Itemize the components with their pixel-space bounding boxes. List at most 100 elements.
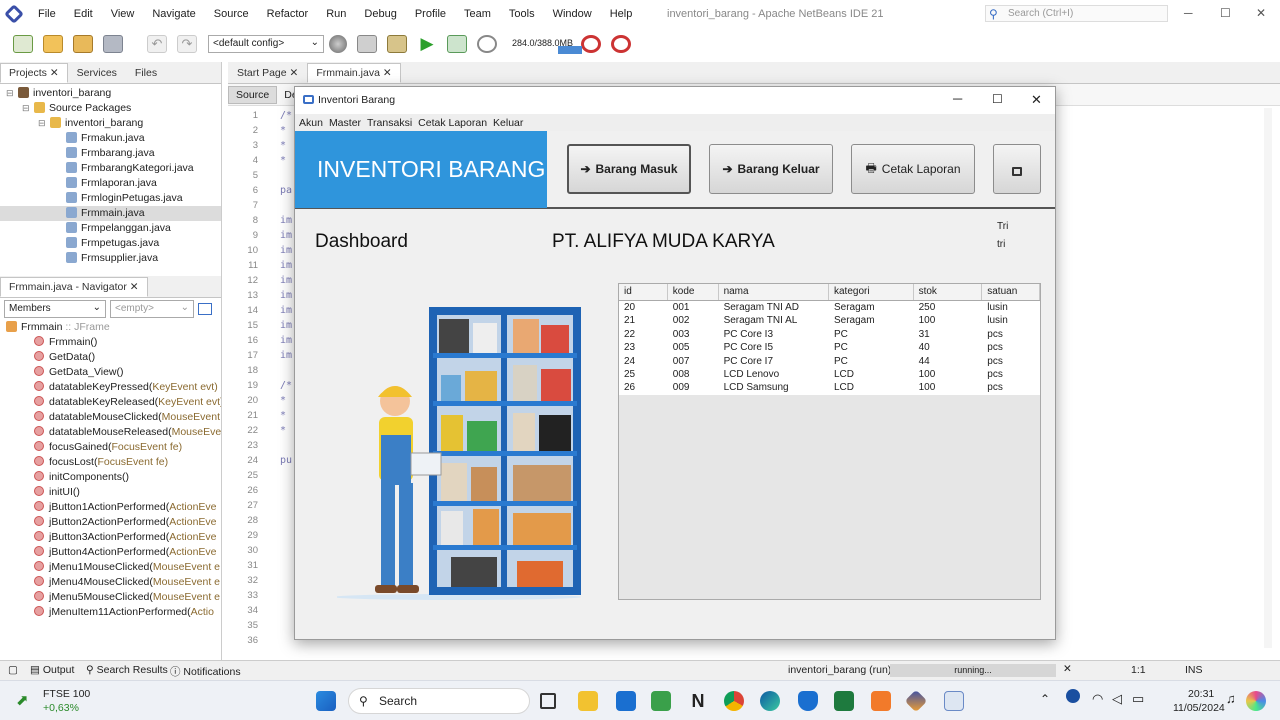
table-row[interactable]: 25 008 LCD Lenovo LCD 100 pcs	[619, 367, 1040, 382]
menu-run[interactable]: Run	[317, 8, 355, 20]
app-minimize-button[interactable]: ─	[953, 91, 962, 106]
run-icon[interactable]: ▶	[417, 35, 437, 53]
excel-icon[interactable]	[834, 691, 854, 711]
table-row[interactable]: 24 007 PC Core I7 PC 44 pcs	[619, 354, 1040, 368]
tray-chevron-icon[interactable]: ⌃	[1040, 692, 1050, 706]
clean-build-icon[interactable]	[387, 35, 407, 53]
chrome-icon[interactable]	[724, 691, 744, 711]
excel-green-icon[interactable]	[651, 691, 671, 711]
navigator-member[interactable]: initComponents()	[6, 470, 221, 485]
xampp-icon[interactable]	[871, 691, 891, 711]
code-line[interactable]: pa	[280, 183, 292, 198]
navigator-member[interactable]: jButton4ActionPerformed(ActionEve	[6, 545, 221, 560]
tree-item[interactable]: Frmbarang.java	[0, 146, 221, 161]
tree-toggle-icon[interactable]: ⊟	[6, 86, 14, 101]
navigator-root[interactable]: Frmmain :: JFrame	[6, 320, 221, 335]
memory-indicator[interactable]: 284.0/388.0MB	[512, 38, 582, 54]
column-header-kode[interactable]: kode	[668, 284, 719, 300]
code-line[interactable]	[280, 483, 292, 498]
members-select[interactable]: Members ⌄	[4, 300, 106, 318]
code-line[interactable]	[280, 438, 292, 453]
menu-navigate[interactable]: Navigate	[143, 8, 204, 20]
code-line[interactable]: im	[280, 288, 292, 303]
tree-item[interactable]: Frmpetugas.java	[0, 236, 221, 251]
volume-icon[interactable]: ◁	[1112, 691, 1122, 707]
notion-icon[interactable]: N	[688, 691, 708, 711]
clock-time[interactable]: 20:31	[1188, 688, 1214, 700]
windows-start-icon[interactable]	[316, 691, 336, 711]
code-line[interactable]	[280, 468, 292, 483]
inventory-table[interactable]: id kode nama kategori stok satuan 20 001 Seraga…	[618, 283, 1041, 600]
menu-window[interactable]: Window	[544, 8, 601, 20]
navigator-member[interactable]: jMenu5MouseClicked(MouseEvent e	[6, 590, 221, 605]
navigator-member[interactable]: datatableMouseClicked(MouseEvent	[6, 410, 221, 425]
navigator-member[interactable]: jMenuItem11ActionPerformed(Actio	[6, 605, 221, 620]
copilot-icon[interactable]	[1246, 691, 1266, 711]
code-line[interactable]: *	[280, 423, 292, 438]
code-line[interactable]	[280, 528, 292, 543]
code-line[interactable]	[280, 168, 292, 183]
tab-navigator[interactable]: Frmmain.java - Navigator ✕	[0, 277, 148, 297]
undo-icon[interactable]: ↶	[147, 35, 167, 53]
java-app-task-icon[interactable]	[944, 691, 964, 711]
navigator-member[interactable]: focusGained(FocusEvent fe)	[6, 440, 221, 455]
code-line[interactable]	[280, 558, 292, 573]
store-icon[interactable]	[616, 691, 636, 711]
navigator-member[interactable]: Frmmain()	[6, 335, 221, 350]
clock-date[interactable]: 11/05/2024	[1173, 702, 1225, 714]
tab-services[interactable]: Services	[68, 63, 126, 83]
lock-button[interactable]	[993, 144, 1041, 194]
menu-file[interactable]: File	[29, 8, 65, 20]
menu-help[interactable]: Help	[601, 8, 642, 20]
table-row[interactable]: 20 001 Seragam TNI AD Seragam 250 lusin	[619, 301, 1040, 315]
tab-projects[interactable]: Projects ✕	[0, 63, 68, 83]
new-project-icon[interactable]	[43, 35, 63, 53]
column-header-nama[interactable]: nama	[719, 284, 829, 300]
open-project-icon[interactable]	[73, 35, 93, 53]
file-explorer-icon[interactable]	[578, 691, 598, 711]
code-line[interactable]: im	[280, 333, 292, 348]
profile-icon[interactable]	[477, 35, 497, 53]
wifi-icon[interactable]: ◠	[1092, 691, 1103, 707]
app-menu-master[interactable]: Master	[329, 117, 361, 129]
code-line[interactable]	[280, 618, 292, 633]
code-line[interactable]: *	[280, 408, 292, 423]
taskbar-search[interactable]: ⚲ Search	[348, 688, 530, 714]
navigator-member[interactable]: focusLost(FocusEvent fe)	[6, 455, 221, 470]
tab-source[interactable]: Source	[228, 85, 278, 104]
app-menu-akun[interactable]: Akun	[299, 117, 323, 129]
profiler-snapshot-icon[interactable]	[611, 35, 632, 53]
tab-frmmain[interactable]: Frmmain.java ✕	[307, 63, 401, 83]
notification-bell-icon[interactable]: ♫	[1226, 691, 1236, 706]
tray-app-icon[interactable]	[1066, 689, 1080, 703]
navigator-member[interactable]: jButton2ActionPerformed(ActionEve	[6, 515, 221, 530]
code-line[interactable]: *	[280, 123, 292, 138]
navigator-member[interactable]: datatableKeyReleased(KeyEvent evt)	[6, 395, 221, 410]
tree-item[interactable]: ⊟ Source Packages	[0, 101, 221, 116]
code-line[interactable]: /*	[280, 378, 292, 393]
menu-tools[interactable]: Tools	[500, 8, 544, 20]
debug-icon[interactable]	[447, 35, 467, 53]
code-line[interactable]: pu	[280, 453, 292, 468]
cancel-run-icon[interactable]: ✕	[1063, 663, 1072, 675]
empty-select[interactable]: <empty> ⌄	[110, 300, 194, 318]
stop-icon[interactable]: ▢	[8, 664, 18, 676]
code-line[interactable]	[280, 603, 292, 618]
tree-item[interactable]: ⊟ inventori_barang	[0, 86, 221, 101]
column-header-stok[interactable]: stok	[914, 284, 983, 300]
defender-icon[interactable]	[798, 691, 818, 711]
stocks-icon[interactable]: ⬈	[16, 691, 29, 709]
tree-toggle-icon[interactable]: ⊟	[22, 101, 30, 116]
code-line[interactable]: im	[280, 318, 292, 333]
search-results-tab[interactable]: ⚲ Search Results	[86, 664, 168, 676]
code-line[interactable]	[280, 588, 292, 603]
tree-item[interactable]: FrmbarangKategori.java	[0, 161, 221, 176]
menu-team[interactable]: Team	[455, 8, 500, 20]
new-file-icon[interactable]	[13, 35, 33, 53]
table-row[interactable]: 21 002 Seragam TNI AL Seragam 100 lusin	[619, 314, 1040, 328]
navigator-member[interactable]: GetData_View()	[6, 365, 221, 380]
table-row[interactable]: 22 003 PC Core I3 PC 31 pcs	[619, 327, 1040, 342]
tab-start-page[interactable]: Start Page ✕	[228, 63, 307, 83]
ide-search-input[interactable]: ⚲ Search (Ctrl+I)	[985, 5, 1168, 22]
close-button[interactable]: ✕	[1256, 6, 1266, 20]
